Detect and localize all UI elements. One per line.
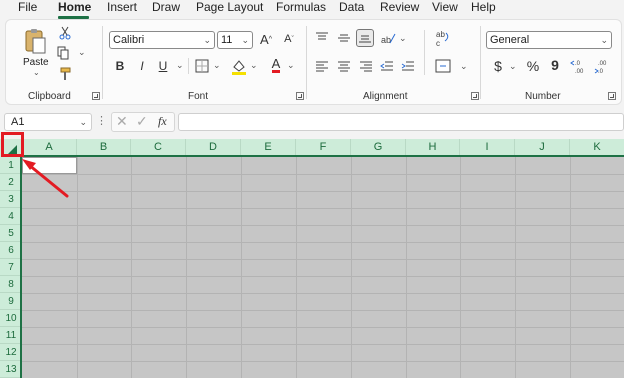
annotation-arrow-icon xyxy=(22,159,69,198)
